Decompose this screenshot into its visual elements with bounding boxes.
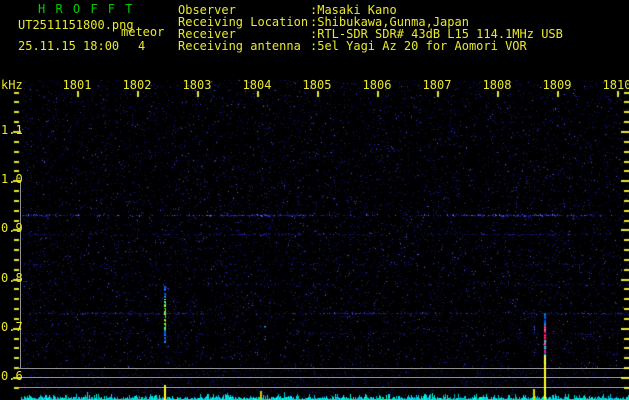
time-tick-label: 1806 — [362, 78, 392, 92]
time-tick-label: 1809 — [542, 78, 572, 92]
freq-tick-label: 0.9 — [1, 221, 23, 236]
datetime-label: 25.11.15 18:00 — [18, 39, 120, 53]
time-tick-label: 1808 — [482, 78, 512, 92]
freq-tick-label: 1.0 — [1, 172, 23, 187]
time-tick-label: 1804 — [242, 78, 272, 92]
station-info-label: Receiving antenna — [178, 39, 301, 53]
freq-tick-label: 0.7 — [1, 319, 23, 334]
echo-count: 4 — [138, 39, 146, 53]
freq-tick-label: 1.1 — [1, 123, 23, 137]
hrofft-window: H R O F F T UT2511151800.png meteor 25.1… — [0, 0, 629, 400]
filename-label: UT2511151800.png — [18, 18, 134, 32]
freq-tick-label: 0.6 — [1, 369, 23, 383]
time-tick-label: 1807 — [422, 78, 452, 92]
app-title: H R O F F T — [38, 2, 134, 16]
time-tick-label: 1801 — [62, 78, 92, 92]
time-tick-label: 1803 — [182, 78, 212, 92]
mode-label: meteor — [121, 25, 165, 39]
freq-axis-unit: kHz — [1, 78, 23, 92]
axis-and-bargraph-canvas — [0, 0, 629, 400]
time-tick-label: 1802 — [122, 78, 152, 92]
time-tick-label: 1810 — [602, 78, 629, 92]
station-info-value: :5el Yagi Az 20 for Aomori VOR — [310, 39, 527, 53]
time-tick-label: 1805 — [302, 78, 332, 92]
freq-tick-label: 0.8 — [1, 270, 23, 285]
